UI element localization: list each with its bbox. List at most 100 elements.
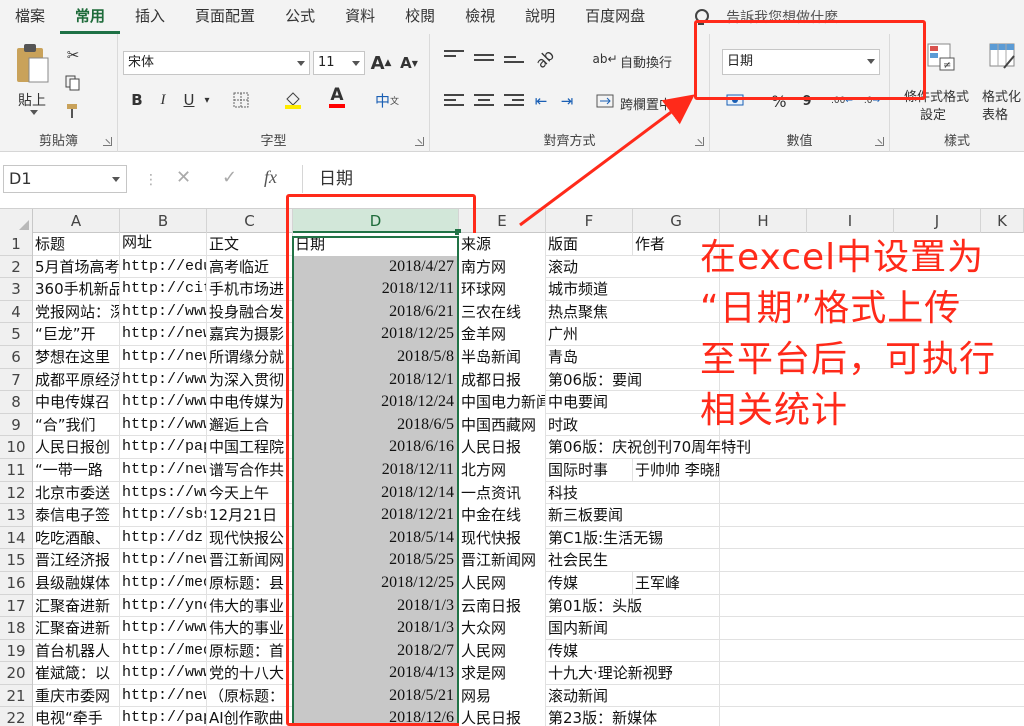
cell-f[interactable]: 青岛 [546,346,633,369]
cell-e[interactable]: 求是网 [459,662,546,685]
cell-a[interactable]: “一带一路 [33,458,120,482]
row-header[interactable]: 2 [0,256,32,279]
cell-f[interactable]: 新三板要闻 [546,504,633,527]
tab-review[interactable]: 校閱 [390,0,450,34]
cell-e[interactable]: 现代快报 [459,526,546,550]
cell-d[interactable]: 2018/12/11 [293,458,459,482]
row-header[interactable]: 21 [0,685,32,708]
cell-e[interactable]: 云南日报 [459,594,546,618]
tab-formulas[interactable]: 公式 [270,0,330,34]
dialog-launcher-icon[interactable] [415,137,424,146]
name-box[interactable]: D1 [3,165,127,193]
cell-e[interactable]: 晋江新闻网 [459,549,546,572]
row-header[interactable]: 18 [0,617,32,640]
row-header[interactable]: 13 [0,504,32,527]
cell-c[interactable]: 今天上午 [207,481,293,505]
decrease-indent-icon[interactable]: ⇤ [530,90,552,112]
fill-color-icon[interactable] [282,89,304,111]
row-header[interactable]: 1 [0,233,32,256]
row-header[interactable]: 9 [0,414,32,437]
cell-e[interactable]: 来源 [459,233,546,256]
cell-e[interactable]: 半岛新闻 [459,345,546,369]
cell-e[interactable]: 南方网 [459,255,546,279]
cell-b[interactable]: http://sbs [120,504,207,527]
cell-f[interactable]: 滚动新闻 [546,685,633,708]
cell-a[interactable]: 电视“牵手 [33,707,120,726]
column-header-k[interactable]: K [981,209,1024,233]
cut-icon[interactable]: ✂ [62,44,84,66]
cell-a[interactable]: 重庆市委网 [33,684,120,708]
wrap-text-icon[interactable]: ab↵ [592,48,617,70]
chevron-down-icon[interactable]: ▾ [196,89,218,111]
cell-f[interactable]: 社会民生 [546,549,633,572]
cell-a[interactable]: 党报网站：深 [33,300,120,324]
cell-f[interactable]: 国内新闻 [546,617,633,640]
cell-g[interactable] [633,481,720,505]
select-all-button[interactable] [0,209,33,233]
cell-a[interactable]: 汇聚奋进新 [33,617,120,640]
row-header[interactable]: 15 [0,549,32,572]
cell-d[interactable]: 2018/5/14 [293,526,459,550]
enter-icon[interactable]: ✓ [222,167,237,188]
cell-b[interactable]: https://ww [120,481,207,505]
cell-f[interactable]: 第06版：要闻 [546,369,642,392]
merge-center-button[interactable]: 跨欄置中 [620,94,672,113]
tab-file[interactable]: 檔案 [0,0,60,34]
cell-a[interactable]: 首台机器人 [33,639,120,663]
cancel-icon[interactable]: ✕ [176,167,191,188]
dialog-launcher-icon[interactable] [103,137,112,146]
cell-d[interactable]: 2018/12/25 [293,571,459,595]
cell-a[interactable]: 人民日报创 [33,436,120,459]
cell-e[interactable]: 人民日报 [459,707,546,726]
italic-button[interactable]: I [152,89,174,111]
cell-b[interactable]: http://new [120,458,207,482]
cell-e[interactable]: 环球网 [459,278,546,301]
cell-g[interactable] [633,549,720,572]
cell-f[interactable]: 科技 [546,482,633,505]
cell-c[interactable]: 晋江新闻网 [207,549,293,572]
cell-b[interactable]: 网址 [120,233,207,256]
cell-e[interactable]: 中国电力新闻 [459,391,546,414]
tab-view[interactable]: 檢視 [450,0,510,34]
cell-c[interactable]: 所谓缘分就 [207,345,293,369]
cell-e[interactable]: 网易 [459,684,546,708]
cell-e[interactable]: 人民日报 [459,436,546,459]
row-header[interactable]: 5 [0,323,32,346]
cell-c[interactable]: AI创作歌曲 [207,707,293,726]
row-header[interactable]: 7 [0,369,32,392]
cell-d[interactable]: 2018/12/24 [293,391,459,414]
cell-d[interactable]: 2018/5/8 [293,345,459,369]
cell-a[interactable]: “合”我们 [33,413,120,437]
font-size-select[interactable]: 11 [313,51,365,75]
cell-b[interactable]: http://www [120,391,207,414]
accounting-format-icon[interactable] [724,90,746,112]
cell-f[interactable]: 传媒 [546,640,633,663]
cell-e[interactable]: 三农在线 [459,300,546,324]
cell-a[interactable]: “巨龙”开 [33,323,120,346]
cell-b[interactable]: http://ync [120,594,207,618]
cell-e[interactable]: 人民网 [459,571,546,595]
cell-a[interactable]: 360手机新品 [33,278,120,301]
cell-c[interactable]: 中国工程院 [207,436,293,459]
cell-g[interactable] [633,684,720,708]
cell-b[interactable]: http://pap [120,436,207,459]
shrink-font-button[interactable]: A ▼ [398,52,420,74]
cell-f[interactable]: 中电要闻 [546,391,633,414]
cell-c[interactable]: 手机市场进 [207,278,293,301]
paste-button[interactable]: 貼上 [14,42,58,118]
dialog-launcher-icon[interactable] [695,137,704,146]
cell-b[interactable]: http://new [120,345,207,369]
row-header[interactable]: 22 [0,707,32,726]
column-header-b[interactable]: B [120,209,207,233]
row-header[interactable]: 16 [0,572,32,595]
column-header-j[interactable]: J [894,209,981,233]
row-header[interactable]: 17 [0,595,32,618]
cell-d[interactable]: 2018/5/21 [293,684,459,708]
cell-f[interactable]: 十九大·理论新视野 [546,662,673,685]
cell-e[interactable]: 成都日报 [459,368,546,392]
cell-a[interactable]: 崔斌箴：以 [33,662,120,685]
borders-icon[interactable] [230,89,252,111]
column-header-d[interactable]: D [293,209,459,233]
cell-b[interactable]: http://www [120,662,207,685]
cell-g[interactable] [633,504,720,527]
